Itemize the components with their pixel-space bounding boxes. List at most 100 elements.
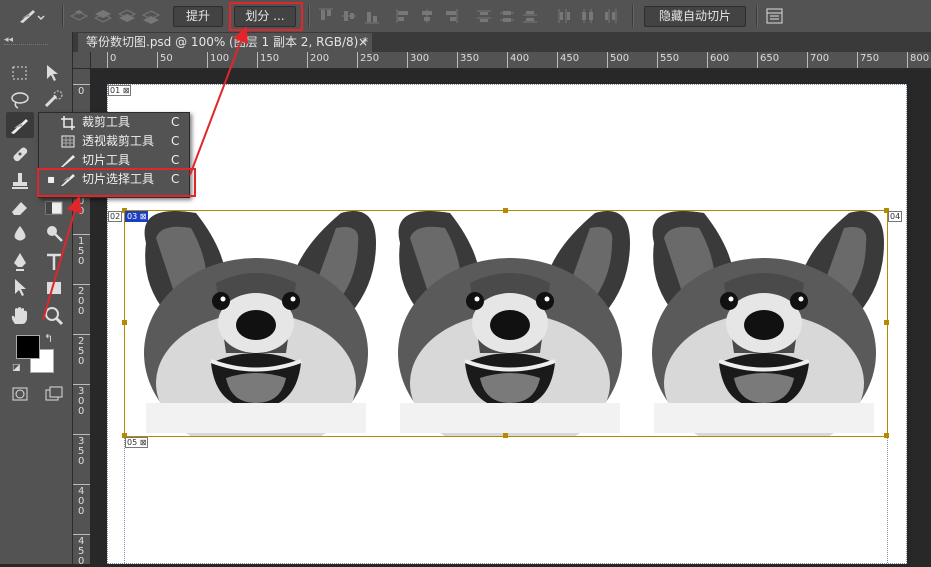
h-ruler-tick [857, 52, 858, 68]
document-canvas[interactable]: 01 ⊠ 02 03 ⊠ 04 05 ⊠ [107, 84, 907, 564]
v-ruler-label: 0 [78, 86, 85, 97]
slice-handle-bc[interactable] [503, 433, 508, 438]
send-back-icon[interactable] [141, 8, 161, 24]
distribute-right-icon[interactable] [602, 8, 620, 24]
document-tab-title: 等份数切图.psd @ 100% (图层 1 副本 2, RGB/8) * [86, 35, 369, 49]
h-ruler-label: 300 [410, 53, 430, 64]
h-ruler-tick [157, 52, 158, 68]
v-ruler-tick [73, 84, 90, 85]
menu-item-perspective-crop[interactable]: 透视裁剪工具 C [39, 132, 189, 151]
send-backward-icon[interactable] [117, 8, 137, 24]
slice-handle-br[interactable] [884, 433, 889, 438]
h-ruler-label: 150 [260, 53, 280, 64]
slice-select-tool-icon[interactable] [16, 6, 45, 23]
slice-label-bottom[interactable]: 05 ⊠ [125, 437, 149, 448]
blur-tool-icon[interactable] [8, 222, 32, 246]
quick-selection-tool-icon[interactable] [42, 88, 66, 112]
hide-auto-slices-button[interactable]: 隐藏自动切片 [644, 6, 746, 27]
align-vcenter-icon[interactable] [341, 8, 359, 24]
slice-label-top[interactable]: 01 ⊠ [108, 85, 132, 96]
crop-icon [60, 115, 76, 130]
document-tab[interactable]: 等份数切图.psd @ 100% (图层 1 副本 2, RGB/8) * × [78, 33, 372, 52]
align-top-icon[interactable] [318, 8, 336, 24]
h-ruler-label: 700 [810, 53, 830, 64]
h-ruler-tick [557, 52, 558, 68]
screen-mode-icon[interactable] [42, 382, 66, 406]
zoom-tool-icon[interactable] [42, 304, 66, 328]
eraser-tool-icon[interactable] [8, 196, 32, 220]
distribute-vcenter-icon[interactable] [499, 8, 517, 24]
distribute-left-icon[interactable] [556, 8, 574, 24]
h-ruler-tick [357, 52, 358, 68]
highlight-slice-select-item [37, 168, 196, 197]
h-ruler-label: 400 [510, 53, 530, 64]
slice-handle-mr[interactable] [884, 320, 889, 325]
path-select-tool-icon[interactable] [8, 276, 32, 300]
perspective-crop-icon [60, 134, 76, 149]
distribute-top-icon[interactable] [476, 8, 494, 24]
close-tab-icon[interactable]: × [358, 33, 368, 52]
hand-tool-icon[interactable] [8, 304, 32, 328]
v-ruler-tick [73, 234, 90, 235]
h-ruler-label: 600 [710, 53, 730, 64]
slice-label-selected[interactable]: 03 ⊠ [125, 211, 149, 222]
lasso-tool-icon[interactable] [8, 88, 32, 112]
slice-select-tool-icon[interactable] [8, 114, 32, 138]
quick-mask-icon[interactable] [8, 382, 32, 406]
v-ruler-tick [73, 434, 90, 435]
h-ruler-label: 450 [560, 53, 580, 64]
h-ruler-tick [757, 52, 758, 68]
h-ruler-label: 50 [160, 53, 173, 64]
ruler-origin[interactable] [73, 52, 91, 69]
default-colors-icon[interactable]: ◪ [12, 363, 21, 373]
v-ruler-label: 200 [78, 286, 85, 317]
align-right-icon[interactable] [442, 8, 460, 24]
h-ruler-tick [257, 52, 258, 68]
promote-button[interactable]: 提升 [173, 6, 223, 27]
v-ruler-label: 250 [78, 336, 85, 367]
slice-handle-ml[interactable] [122, 320, 127, 325]
h-ruler-tick [107, 52, 108, 68]
horizontal-ruler[interactable]: 0 50 100 150 200 250 300 350 400 450 500 550 600 650 7… [90, 52, 931, 69]
v-ruler-tick [73, 284, 90, 285]
h-ruler-tick [457, 52, 458, 68]
rectangle-tool-icon[interactable] [42, 276, 66, 300]
slice-label-left[interactable]: 02 [108, 211, 123, 222]
distribute-hcenter-icon[interactable] [579, 8, 597, 24]
h-ruler-tick [407, 52, 408, 68]
marquee-tool-icon[interactable] [8, 62, 32, 86]
slice-options-icon[interactable] [766, 8, 784, 24]
gradient-tool-icon[interactable] [42, 196, 66, 220]
align-hcenter-icon[interactable] [419, 8, 437, 24]
slice-icon [60, 153, 76, 168]
type-tool-icon[interactable] [42, 250, 66, 274]
healing-brush-tool-icon[interactable] [8, 142, 32, 166]
h-ruler-tick [607, 52, 608, 68]
h-ruler-tick [207, 52, 208, 68]
options-bar: 提升 划分 ... 隐藏自动切片 [0, 0, 931, 33]
align-left-icon[interactable] [396, 8, 414, 24]
v-ruler-label: 300 [78, 386, 85, 417]
h-ruler-label: 100 [210, 53, 230, 64]
slice-handle-tc[interactable] [503, 208, 508, 213]
bring-forward-icon[interactable] [93, 8, 113, 24]
stamp-tool-icon[interactable] [8, 170, 32, 194]
h-ruler-label: 550 [660, 53, 680, 64]
slice-label-right[interactable]: 04 [888, 211, 903, 222]
menu-item-crop[interactable]: 裁剪工具 C [39, 113, 189, 132]
dodge-tool-icon[interactable] [42, 222, 66, 246]
move-tool-icon[interactable] [42, 62, 66, 86]
h-ruler-tick [307, 52, 308, 68]
align-bottom-icon[interactable] [364, 8, 382, 24]
h-ruler-label: 800 [910, 53, 930, 64]
distribute-bottom-icon[interactable] [522, 8, 540, 24]
selected-slice-outline[interactable] [124, 210, 888, 437]
v-ruler-label: 450 [78, 536, 85, 567]
swap-colors-icon[interactable]: ↰ [44, 332, 53, 345]
v-ruler-tick [73, 534, 90, 535]
pen-tool-icon[interactable] [8, 250, 32, 274]
bring-front-icon[interactable] [69, 8, 89, 24]
h-ruler-tick [807, 52, 808, 68]
h-ruler-tick [707, 52, 708, 68]
h-ruler-label: 0 [110, 53, 117, 64]
